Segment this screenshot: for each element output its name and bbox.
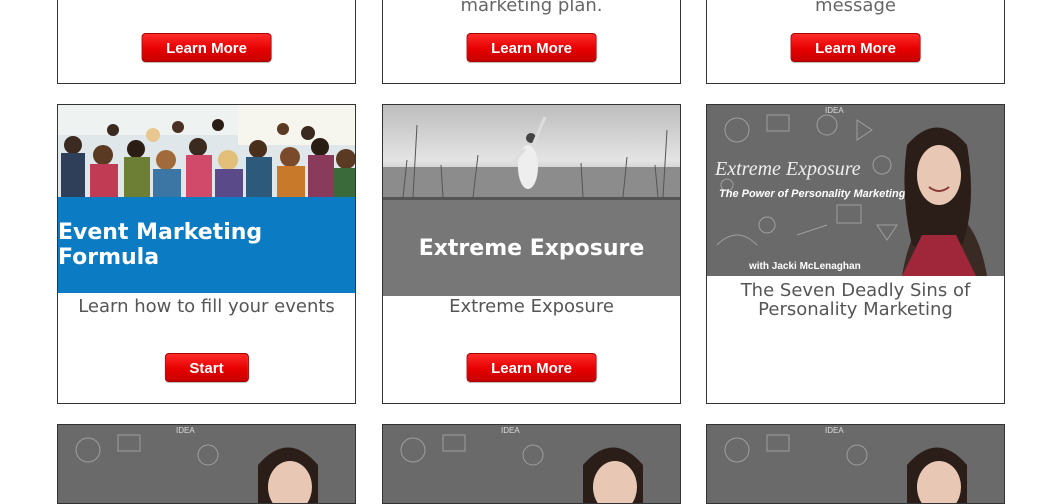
product-card: IDEA [57,424,356,504]
svg-text:IDEA: IDEA [825,106,844,115]
image-title-text: Extreme Exposure [714,158,861,180]
product-card: IDEA [382,424,681,504]
svg-text:IDEA: IDEA [176,426,195,435]
card-description: marketing plan. [460,0,603,16]
product-card: IDEA [706,424,1005,504]
image-byline-text: with Jacki McLenaghan [748,261,861,272]
chalkboard-portrait-image: IDEA Extreme Exposure The Power of Perso… [707,105,1004,276]
product-card: message Learn More [706,0,1005,84]
chalkboard-portrait-image: IDEA [58,425,355,503]
audience-photo [58,105,355,197]
image-tagline-text: The Power of Personality Marketing [719,188,906,200]
card-subtitle: Extreme Exposure [449,296,614,317]
chalkboard-portrait-image: IDEA [383,425,680,503]
card-banner-title: Event Marketing Formula [58,197,355,293]
start-button[interactable]: Start [164,353,249,382]
svg-text:IDEA: IDEA [825,426,844,435]
svg-text:IDEA: IDEA [501,426,520,435]
learn-more-button[interactable]: Learn More [466,33,597,62]
event-marketing-card: Event Marketing Formula Learn how to fil… [57,104,356,404]
learn-more-button[interactable]: Learn More [141,33,272,62]
card-subtitle-line: Personality Marketing [758,299,953,320]
product-card: marketing plan. Learn More [382,0,681,84]
learn-more-button[interactable]: Learn More [466,353,597,382]
card-description: message [815,0,896,16]
card-subtitle: The Seven Deadly Sins of Personality Mar… [707,281,1004,319]
chalkboard-portrait-image: IDEA [707,425,1004,503]
extreme-exposure-card: Extreme Exposure Extreme Exposure Learn … [382,104,681,404]
card-banner-title: Extreme Exposure [383,197,680,296]
learn-more-button[interactable]: Learn More [790,33,921,62]
seven-deadly-sins-card: IDEA Extreme Exposure The Power of Perso… [706,104,1005,404]
product-card: Learn More [57,0,356,84]
card-subtitle: Learn how to fill your events [78,296,335,317]
card-subtitle-line: The Seven Deadly Sins of [740,280,971,301]
field-photo [383,105,680,197]
